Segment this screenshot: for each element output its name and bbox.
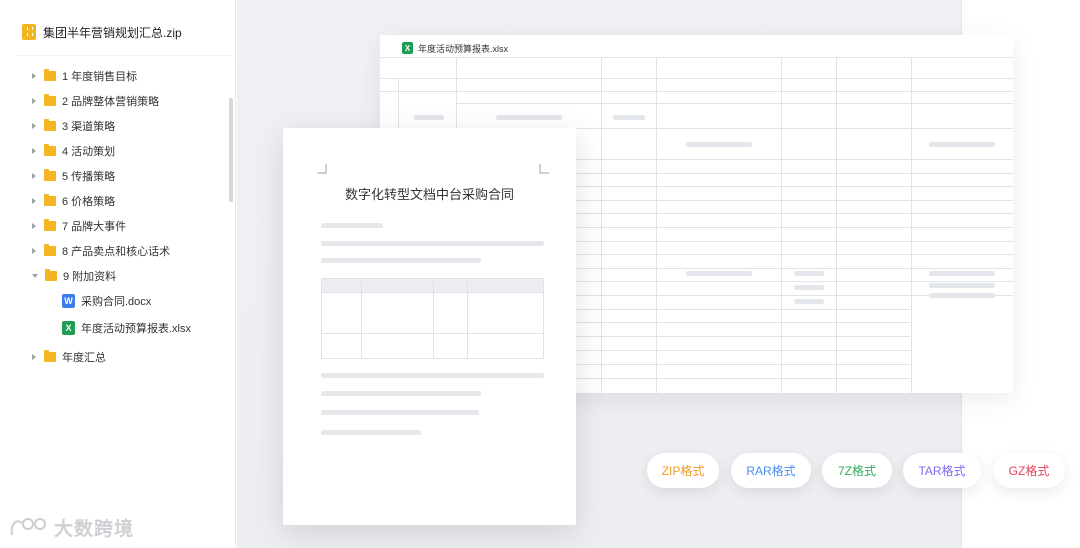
caret-right-icon[interactable]	[32, 73, 36, 79]
folder-icon	[44, 69, 56, 81]
format-tar-button[interactable]: TAR格式	[903, 453, 981, 488]
caret-right-icon[interactable]	[32, 223, 36, 229]
watermark-text: 大数跨境	[54, 519, 135, 540]
folder-label: 5 传播策略	[62, 171, 116, 183]
format-label: TAR格式	[918, 464, 966, 478]
caret-right-icon[interactable]	[32, 354, 36, 360]
tree-folder-9[interactable]: 9 附加资料	[32, 267, 116, 285]
folder-label: 1 年度销售目标	[62, 71, 138, 83]
file-tree-sidebar: 集团半年营销规划汇总.zip 1 年度销售目标 2 品牌整体营销策略 3 渠道策…	[0, 0, 236, 548]
format-gz-button[interactable]: GZ格式	[993, 453, 1065, 488]
excel-icon: X	[62, 321, 75, 335]
folder-label: 8 产品卖点和核心话术	[62, 246, 171, 258]
folder-open-icon	[45, 269, 57, 281]
folder-icon	[44, 144, 56, 156]
folder-label: 2 品牌整体营销策略	[62, 96, 160, 108]
tree-folder-2[interactable]: 2 品牌整体营销策略	[32, 92, 159, 110]
folder-label: 4 活动策划	[62, 146, 116, 158]
tree-folder-4[interactable]: 4 活动策划	[32, 142, 115, 160]
format-7z-button[interactable]: 7Z格式	[822, 453, 892, 488]
folder-icon	[44, 169, 56, 181]
caret-right-icon[interactable]	[32, 148, 36, 154]
file-label: 年度活动预算报表.xlsx	[81, 323, 191, 335]
caret-right-icon[interactable]	[32, 173, 36, 179]
tree-folder-6[interactable]: 6 价格策略	[32, 192, 115, 210]
folder-label: 7 品牌大事件	[62, 221, 127, 233]
folder-icon	[44, 219, 56, 231]
watermark-logo-icon	[10, 517, 46, 535]
folder-icon	[44, 194, 56, 206]
watermark: 大数跨境	[8, 514, 134, 541]
tree-folder-1[interactable]: 1 年度销售目标	[32, 67, 137, 85]
file-label: 采购合同.docx	[81, 296, 152, 308]
format-zip-button[interactable]: ZIP格式	[647, 453, 719, 488]
folder-icon	[44, 244, 56, 256]
document-preview: 数字化转型文档中台采购合同	[283, 128, 576, 525]
document-body	[321, 223, 544, 435]
folder-icon	[44, 94, 56, 106]
word-icon: W	[62, 294, 75, 308]
tree-folder-3[interactable]: 3 渠道策略	[32, 117, 115, 135]
folder-icon	[44, 119, 56, 131]
folder-label: 3 渠道策略	[62, 121, 116, 133]
format-label: ZIP格式	[661, 464, 705, 478]
folder-label: 9 附加资料	[63, 271, 117, 283]
caret-down-icon[interactable]	[32, 274, 38, 278]
caret-right-icon[interactable]	[32, 248, 36, 254]
archive-name: 集团半年营销规划汇总.zip	[43, 25, 182, 40]
caret-right-icon[interactable]	[32, 198, 36, 204]
folder-icon	[44, 350, 56, 362]
sidebar-scrollbar[interactable]	[229, 98, 233, 202]
format-label: RAR格式	[746, 464, 796, 478]
tree-file-docx[interactable]: W 采购合同.docx	[62, 292, 151, 310]
tree-folder-8[interactable]: 8 产品卖点和核心话术	[32, 242, 170, 260]
format-rar-button[interactable]: RAR格式	[731, 453, 811, 488]
tree-folder-5[interactable]: 5 传播策略	[32, 167, 115, 185]
tree-folder-7[interactable]: 7 品牌大事件	[32, 217, 126, 235]
divider	[18, 55, 230, 56]
caret-right-icon[interactable]	[32, 98, 36, 104]
tree-file-xlsx[interactable]: X 年度活动预算报表.xlsx	[62, 319, 191, 337]
caret-right-icon[interactable]	[32, 123, 36, 129]
archive-header[interactable]: 集团半年营销规划汇总.zip	[22, 22, 182, 42]
folder-label: 6 价格策略	[62, 196, 116, 208]
format-label: 7Z格式	[837, 464, 876, 478]
folder-label: 年度汇总	[62, 352, 106, 364]
zip-icon	[22, 24, 36, 40]
tree-folder-summary[interactable]: 年度汇总	[32, 348, 106, 366]
format-label: GZ格式	[1008, 464, 1050, 478]
